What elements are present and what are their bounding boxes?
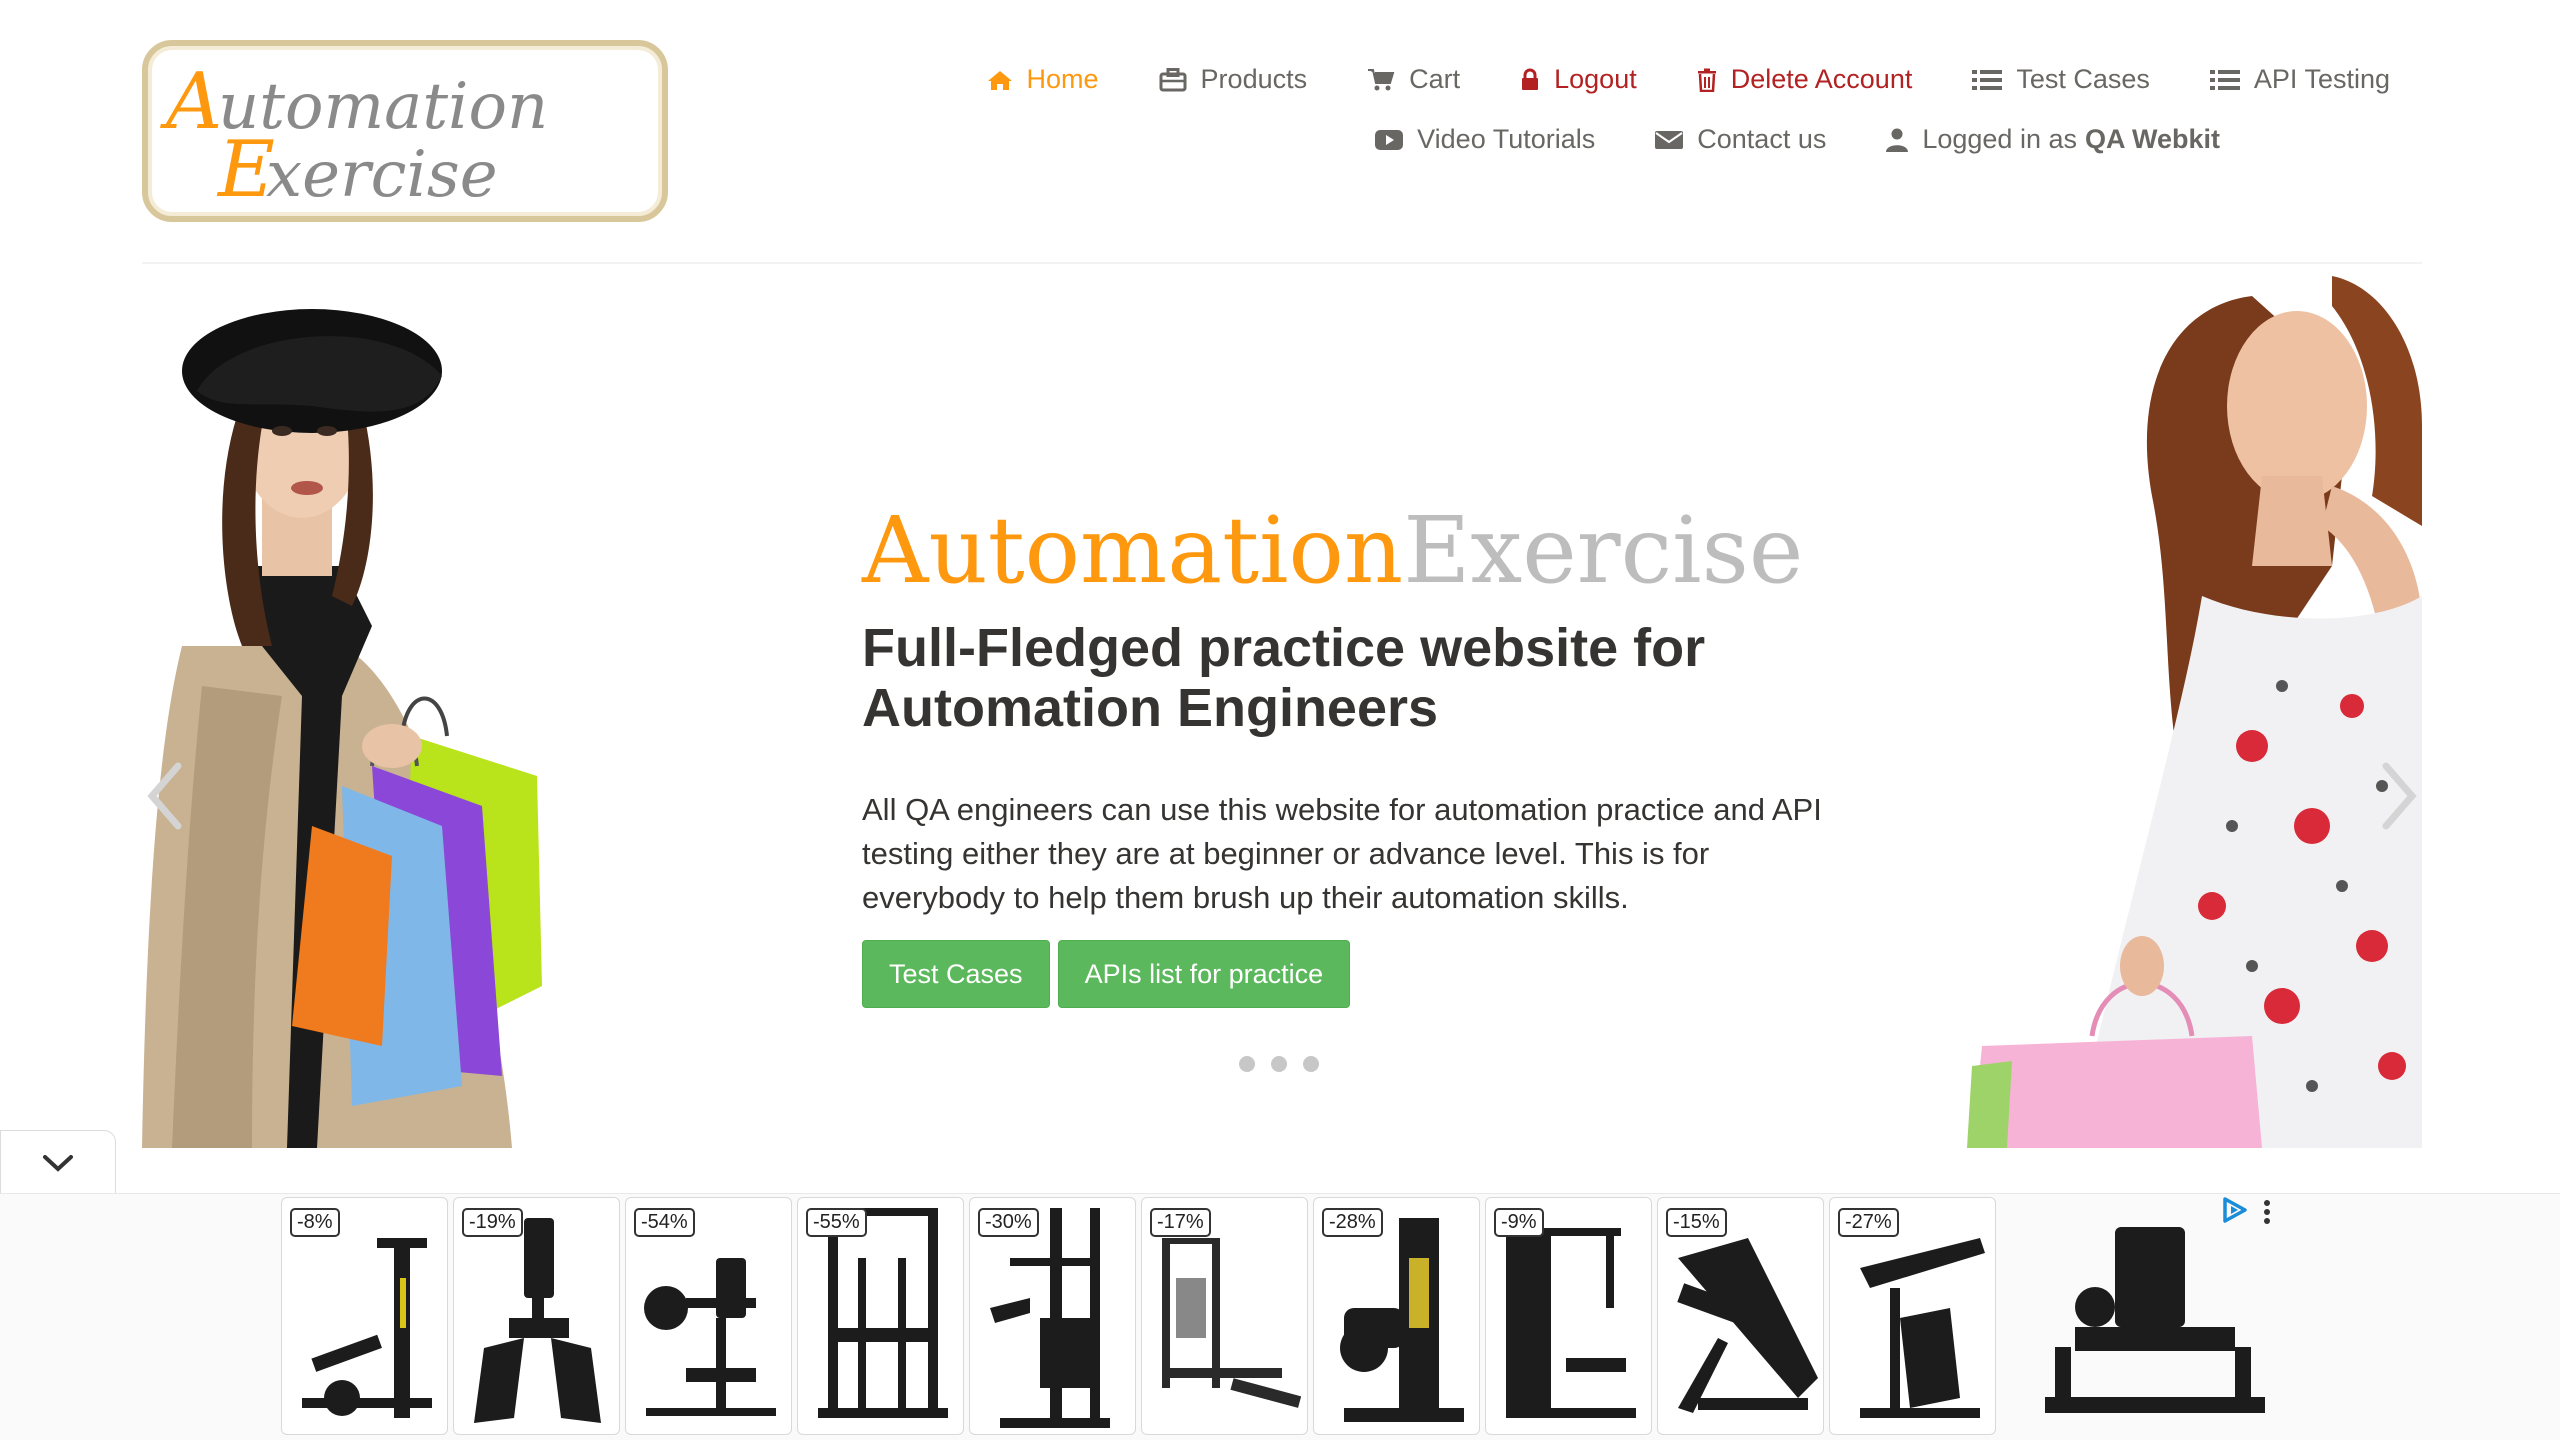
nav-products[interactable]: Products	[1159, 64, 1308, 95]
carousel-dot-3[interactable]	[1303, 1056, 1319, 1072]
ad-tile[interactable]: -27%	[1829, 1197, 1996, 1435]
ad-tile[interactable]: -54%	[625, 1197, 792, 1435]
ad-tile[interactable]: -17%	[1141, 1197, 1308, 1435]
briefcase-icon	[1159, 67, 1187, 92]
discount-badge: -17%	[1150, 1208, 1211, 1237]
hero-description: All QA engineers can use this website fo…	[862, 792, 1822, 915]
hero-brand-part2: Exercise	[1403, 497, 1804, 604]
nav-contact-us[interactable]: Contact us	[1655, 124, 1826, 155]
nav-logout-label: Logout	[1554, 64, 1637, 94]
nav-delete-account-label: Delete Account	[1730, 64, 1913, 94]
cart-icon	[1367, 68, 1395, 92]
ad-tile[interactable]: -28%	[1313, 1197, 1480, 1435]
hero-brand-part1: Automation	[862, 497, 1404, 604]
hero-brand: AutomationExercise	[862, 496, 1862, 606]
logged-in-username: QA Webkit	[2084, 124, 2220, 154]
site-logo[interactable]: A utomation E xercise	[142, 40, 668, 222]
nav-test-cases-label: Test Cases	[2016, 64, 2150, 94]
carousel-dot-2[interactable]	[1271, 1056, 1287, 1072]
ad-tile[interactable]: -55%	[797, 1197, 964, 1435]
ad-tile[interactable]: -19%	[453, 1197, 620, 1435]
carousel-next-arrow[interactable]	[2376, 756, 2422, 836]
nav-products-label: Products	[1200, 64, 1308, 94]
list-icon	[1972, 69, 2003, 91]
chevron-down-icon	[43, 1154, 73, 1172]
nav-delete-account[interactable]: Delete Account	[1697, 64, 1913, 95]
ad-tile[interactable]: -30%	[969, 1197, 1136, 1435]
nav-logged-in-as: Logged in as QA Webkit	[1886, 124, 2220, 155]
discount-badge: -8%	[290, 1208, 340, 1237]
test-cases-button[interactable]: Test Cases	[862, 940, 1050, 1008]
envelope-icon	[1655, 129, 1684, 151]
ad-tile[interactable]: -15%	[1657, 1197, 1824, 1435]
main-nav-row1: Home Products Cart Logout Delete Account…	[927, 64, 2390, 95]
gym-machine-image	[2045, 1227, 2265, 1413]
adchoices-icon[interactable]	[2221, 1196, 2249, 1224]
nav-logout[interactable]: Logout	[1520, 64, 1637, 95]
nav-home[interactable]: Home	[987, 64, 1099, 95]
lock-icon	[1520, 68, 1540, 92]
logo-text-line2: xercise	[266, 138, 498, 212]
nav-api-testing-label: API Testing	[2253, 64, 2390, 94]
discount-badge: -15%	[1666, 1208, 1727, 1237]
trash-icon	[1697, 68, 1717, 92]
ad-collapse-toggle[interactable]	[0, 1130, 116, 1194]
hero-buttons: Test Cases APIs list for practice	[862, 940, 1862, 1008]
ad-featured-product[interactable]	[2005, 1197, 2290, 1437]
carousel-indicators	[1239, 1056, 1335, 1072]
ad-tile[interactable]: -9%	[1485, 1197, 1652, 1435]
discount-badge: -27%	[1838, 1208, 1899, 1237]
hero-image-right	[1967, 276, 2422, 1148]
nav-video-tutorials-label: Video Tutorials	[1417, 124, 1596, 154]
discount-badge: -55%	[806, 1208, 867, 1237]
hero-image-left	[142, 309, 542, 1148]
apis-list-button[interactable]: APIs list for practice	[1057, 940, 1351, 1008]
kebab-menu-icon[interactable]	[2262, 1198, 2272, 1231]
discount-badge: -30%	[978, 1208, 1039, 1237]
header-divider	[142, 262, 2422, 264]
user-icon	[1886, 128, 1909, 152]
nav-cart-label: Cart	[1409, 64, 1461, 94]
ad-product-tiles: -8% -19% -54% -55% -30% -17% -28% -9% -1…	[281, 1197, 2001, 1435]
nav-home-label: Home	[1026, 64, 1099, 94]
nav-logged-in-label: Logged in as	[1922, 124, 2077, 154]
hero-headline: Full-Fledged practice website for Automa…	[862, 618, 1706, 738]
carousel-dot-1[interactable]	[1239, 1056, 1255, 1072]
ad-tile[interactable]: -8%	[281, 1197, 448, 1435]
list-icon	[2209, 69, 2240, 91]
nav-contact-us-label: Contact us	[1697, 124, 1827, 154]
nav-video-tutorials[interactable]: Video Tutorials	[1375, 124, 1595, 155]
hero-carousel: AutomationExercise Full-Fledged practice…	[142, 266, 2422, 1148]
main-nav-row2: Video Tutorials Contact us Logged in as …	[1315, 124, 2220, 155]
discount-badge: -28%	[1322, 1208, 1383, 1237]
discount-badge: -9%	[1494, 1208, 1544, 1237]
discount-badge: -19%	[462, 1208, 523, 1237]
home-icon	[987, 69, 1013, 91]
nav-test-cases[interactable]: Test Cases	[1972, 64, 2150, 95]
carousel-prev-arrow[interactable]	[142, 756, 188, 836]
youtube-play-icon	[1375, 129, 1404, 151]
nav-cart[interactable]: Cart	[1367, 64, 1460, 95]
logo-initial-a: A	[160, 57, 222, 147]
discount-badge: -54%	[634, 1208, 695, 1237]
nav-api-testing[interactable]: API Testing	[2209, 64, 2390, 95]
hero-content: AutomationExercise Full-Fledged practice…	[862, 496, 1862, 1008]
